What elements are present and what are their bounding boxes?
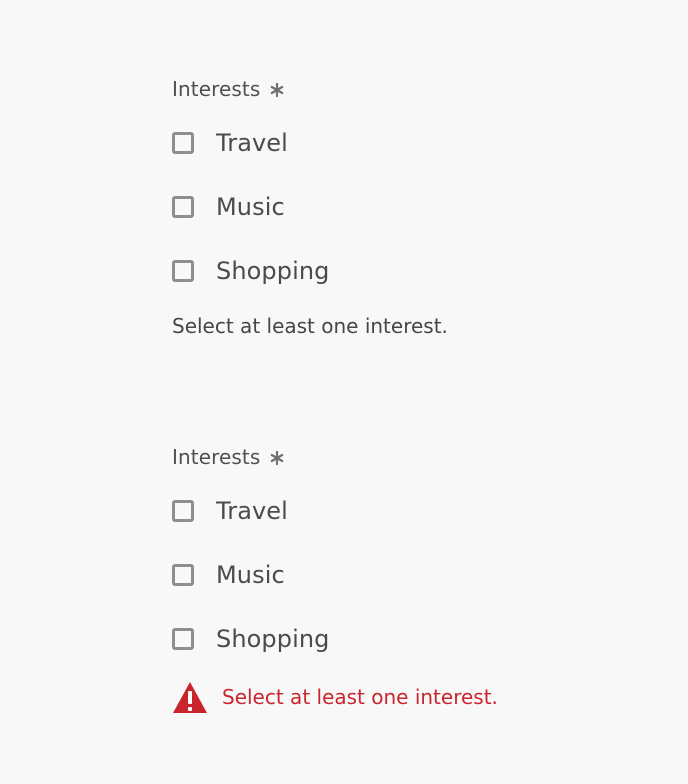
checkbox-travel[interactable]: Travel <box>172 111 642 175</box>
group-label: Interests <box>172 74 642 104</box>
checkbox-travel[interactable]: Travel <box>172 479 642 543</box>
checkbox-box[interactable] <box>172 196 194 218</box>
checkbox-shopping[interactable]: Shopping <box>172 239 642 303</box>
group-label-text: Interests <box>172 77 261 101</box>
checkbox-group-interests-error: Interests Travel Music Shopping Select a… <box>172 442 642 715</box>
checkbox-label: Travel <box>216 497 288 525</box>
checkbox-group-interests: Interests Travel Music Shopping Select a… <box>172 74 642 341</box>
checkbox-list: Travel Music Shopping <box>172 479 642 671</box>
group-label-text: Interests <box>172 445 261 469</box>
checkbox-box[interactable] <box>172 500 194 522</box>
checkbox-music[interactable]: Music <box>172 543 642 607</box>
checkbox-label: Shopping <box>216 625 330 653</box>
alert-triangle-icon <box>173 681 207 713</box>
checkbox-label: Shopping <box>216 257 330 285</box>
error-message-text: Select at least one interest. <box>222 685 498 709</box>
checkbox-label: Music <box>216 561 285 589</box>
help-text: Select at least one interest. <box>172 314 448 338</box>
error-message: Select at least one interest. <box>172 679 642 715</box>
checkbox-list: Travel Music Shopping <box>172 111 642 303</box>
checkbox-label: Travel <box>216 129 288 157</box>
group-label: Interests <box>172 442 642 472</box>
checkbox-box[interactable] <box>172 132 194 154</box>
checkbox-shopping[interactable]: Shopping <box>172 607 642 671</box>
checkbox-box[interactable] <box>172 260 194 282</box>
checkbox-box[interactable] <box>172 628 194 650</box>
asterisk-icon <box>271 83 284 97</box>
checkbox-box[interactable] <box>172 564 194 586</box>
checkbox-label: Music <box>216 193 285 221</box>
asterisk-icon <box>271 451 284 465</box>
checkbox-music[interactable]: Music <box>172 175 642 239</box>
